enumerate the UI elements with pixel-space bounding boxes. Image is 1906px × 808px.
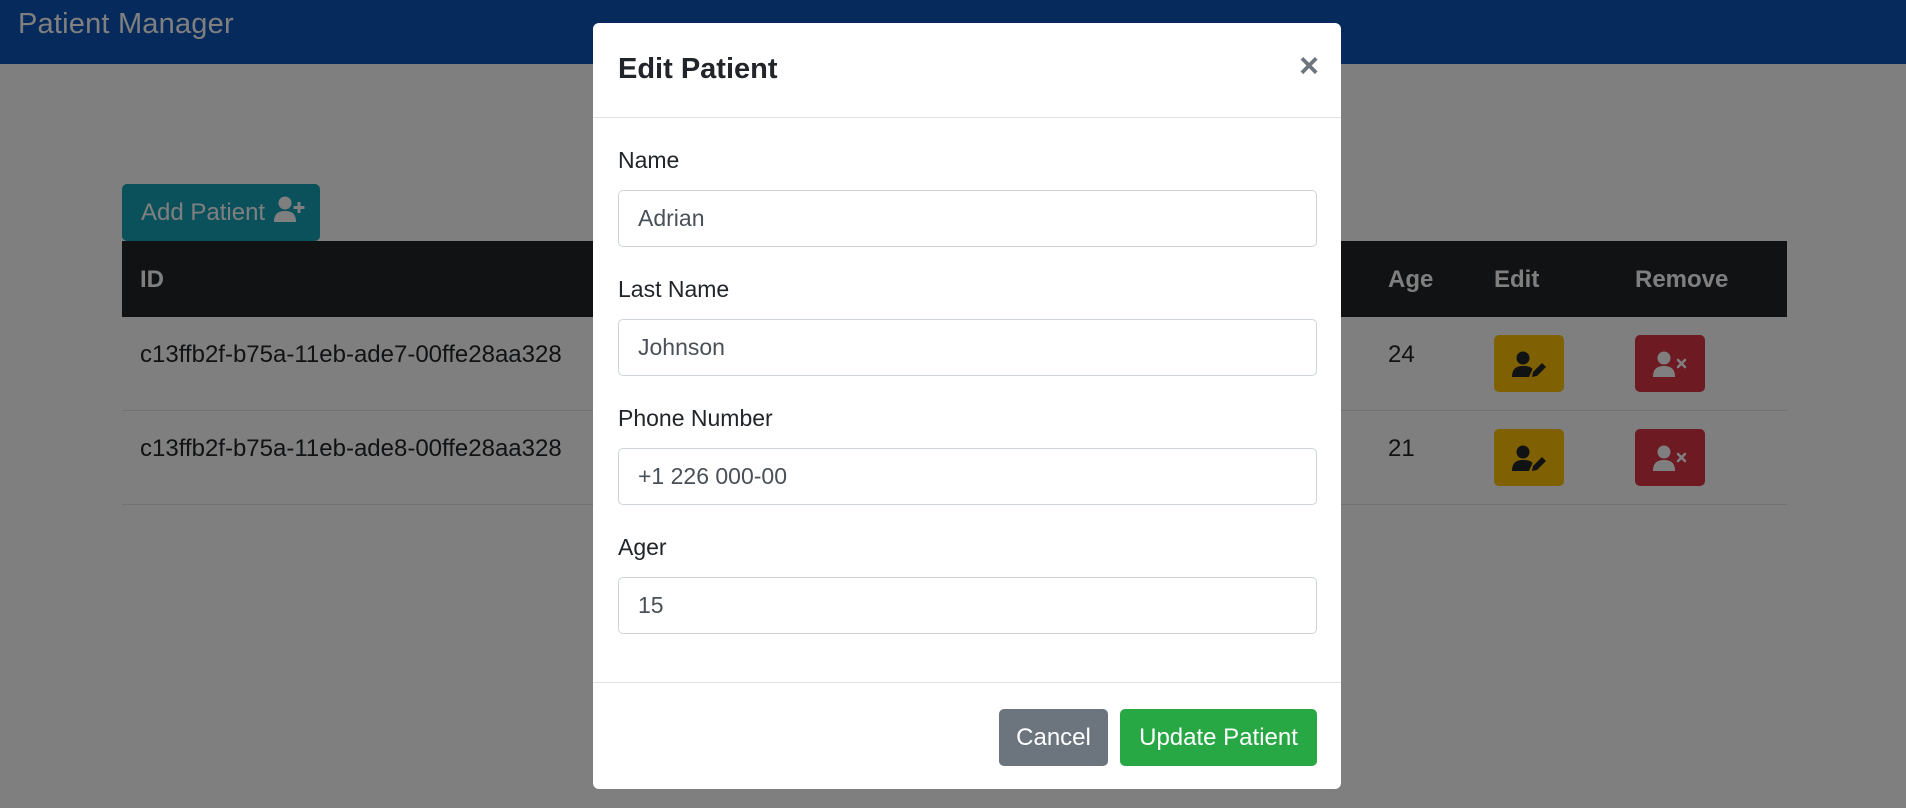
age-label: Ager [618,534,667,560]
cancel-button[interactable]: Cancel [999,709,1108,766]
last-name-label: Last Name [618,276,730,302]
close-icon[interactable]: × [1299,49,1319,83]
modal-title: Edit Patient [618,53,778,85]
age-input[interactable] [618,577,1317,634]
update-patient-button[interactable]: Update Patient [1120,709,1317,766]
phone-input[interactable] [618,448,1317,505]
phone-label: Phone Number [618,405,773,431]
modal-footer: Cancel Update Patient [593,682,1341,789]
edit-patient-modal: Edit Patient × Name Last Name Phone Numb… [593,23,1341,789]
name-input[interactable] [618,190,1317,247]
modal-header: Edit Patient × [593,23,1341,118]
last-name-input[interactable] [618,319,1317,376]
name-label: Name [618,147,680,173]
